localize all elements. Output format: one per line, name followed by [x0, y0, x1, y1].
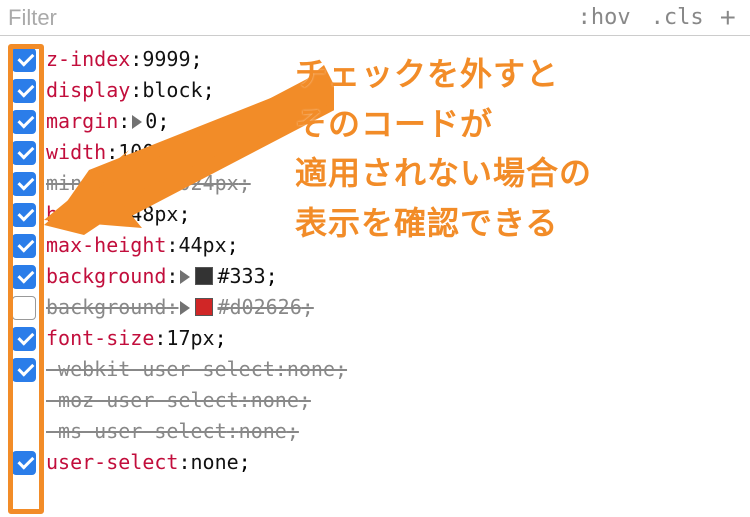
filter-input[interactable]: Filter — [8, 5, 568, 31]
semicolon: ; — [239, 168, 251, 199]
colon: : — [118, 106, 130, 137]
property-name[interactable]: background — [46, 261, 166, 292]
colon: : — [118, 199, 130, 230]
expand-triangle-icon[interactable] — [132, 115, 142, 129]
colon: : — [166, 230, 178, 261]
property-value[interactable]: 44px — [178, 230, 226, 261]
property-value[interactable]: 17px — [166, 323, 214, 354]
colon: : — [227, 416, 239, 447]
property-value[interactable]: block — [142, 75, 202, 106]
colon: : — [275, 354, 287, 385]
property-checkbox[interactable] — [12, 296, 36, 320]
css-property-row: height: 48px; — [12, 199, 750, 230]
hov-toggle[interactable]: :hov — [568, 5, 641, 30]
css-property-row: -ms-user-select: none; — [12, 416, 750, 447]
property-checkbox[interactable] — [12, 451, 36, 475]
property-name[interactable]: background — [46, 292, 166, 323]
css-property-row: z-index: 9999; — [12, 44, 750, 75]
semicolon: ; — [203, 75, 215, 106]
property-value[interactable]: 100% — [118, 137, 166, 168]
semicolon: ; — [157, 106, 169, 137]
semicolon: ; — [335, 354, 347, 385]
property-value[interactable]: #333 — [217, 261, 265, 292]
expand-triangle-icon[interactable] — [180, 301, 190, 315]
color-swatch[interactable] — [195, 267, 213, 285]
css-property-row: user-select: none; — [12, 447, 750, 478]
add-rule-button[interactable]: + — [714, 4, 742, 32]
property-name[interactable]: -webkit-user-select — [46, 354, 275, 385]
semicolon: ; — [215, 323, 227, 354]
property-name[interactable]: user-select — [46, 447, 178, 478]
property-name[interactable]: height — [46, 199, 118, 230]
property-checkbox[interactable] — [12, 358, 36, 382]
colon: : — [154, 323, 166, 354]
property-value[interactable]: 1024px — [166, 168, 238, 199]
semicolon: ; — [266, 261, 278, 292]
semicolon: ; — [191, 44, 203, 75]
property-value[interactable]: none — [251, 385, 299, 416]
semicolon: ; — [166, 137, 178, 168]
property-value[interactable]: none — [239, 416, 287, 447]
semicolon: ; — [302, 292, 314, 323]
semicolon: ; — [239, 447, 251, 478]
expand-triangle-icon[interactable] — [180, 270, 190, 284]
property-checkbox[interactable] — [12, 265, 36, 289]
css-property-row: background: #333; — [12, 261, 750, 292]
property-checkbox[interactable] — [12, 48, 36, 72]
property-name[interactable]: z-index — [46, 44, 130, 75]
property-checkbox[interactable] — [12, 234, 36, 258]
property-name[interactable]: min-width — [46, 168, 154, 199]
css-property-row: min-width: 1024px; — [12, 168, 750, 199]
property-name[interactable]: max-height — [46, 230, 166, 261]
property-checkbox[interactable] — [12, 327, 36, 351]
css-property-row: -moz-user-select: none; — [12, 385, 750, 416]
property-name[interactable]: margin — [46, 106, 118, 137]
css-property-row: max-height: 44px; — [12, 230, 750, 261]
css-property-row: width: 100%; — [12, 137, 750, 168]
css-property-row: background: #d02626; — [12, 292, 750, 323]
property-checkbox[interactable] — [12, 203, 36, 227]
property-checkbox[interactable] — [12, 110, 36, 134]
colon: : — [154, 168, 166, 199]
property-value[interactable]: none — [191, 447, 239, 478]
semicolon: ; — [299, 385, 311, 416]
property-value[interactable]: #d02626 — [217, 292, 301, 323]
styles-toolbar: Filter :hov .cls + — [0, 0, 750, 36]
colon: : — [178, 447, 190, 478]
colon: : — [166, 292, 178, 323]
property-name[interactable]: -ms-user-select — [46, 416, 227, 447]
property-value[interactable]: 9999 — [142, 44, 190, 75]
cls-toggle[interactable]: .cls — [641, 5, 714, 30]
colon: : — [106, 137, 118, 168]
property-value[interactable]: 0 — [145, 106, 157, 137]
css-property-row: margin: 0; — [12, 106, 750, 137]
css-property-row: -webkit-user-select: none; — [12, 354, 750, 385]
semicolon: ; — [178, 199, 190, 230]
colon: : — [130, 44, 142, 75]
css-property-row: display: block; — [12, 75, 750, 106]
semicolon: ; — [227, 230, 239, 261]
css-property-row: font-size: 17px; — [12, 323, 750, 354]
color-swatch[interactable] — [195, 298, 213, 316]
colon: : — [166, 261, 178, 292]
property-checkbox[interactable] — [12, 79, 36, 103]
semicolon: ; — [287, 416, 299, 447]
property-value[interactable]: none — [287, 354, 335, 385]
colon: : — [239, 385, 251, 416]
property-checkbox[interactable] — [12, 172, 36, 196]
property-name[interactable]: -moz-user-select — [46, 385, 239, 416]
property-name[interactable]: width — [46, 137, 106, 168]
property-name[interactable]: display — [46, 75, 130, 106]
css-properties-list: z-index: 9999;display: block;margin: 0;w… — [0, 36, 750, 486]
property-name[interactable]: font-size — [46, 323, 154, 354]
property-checkbox[interactable] — [12, 141, 36, 165]
property-value[interactable]: 48px — [130, 199, 178, 230]
colon: : — [130, 75, 142, 106]
